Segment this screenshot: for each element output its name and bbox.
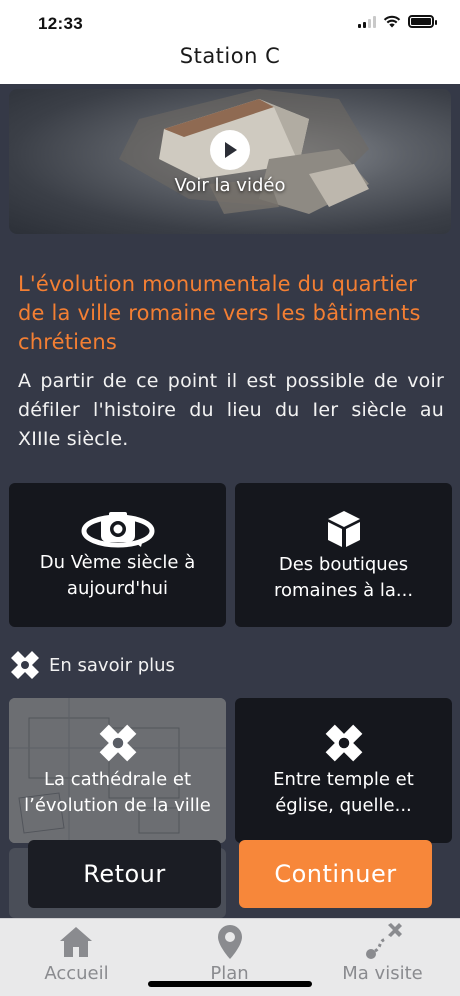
tile-label: Entre temple et église, quelle... — [273, 769, 414, 816]
map-pin-icon — [218, 925, 242, 959]
section-intro: A partir de ce point il est possible de … — [18, 370, 444, 450]
compass-cross-icon — [11, 651, 39, 679]
home-indicator — [148, 981, 312, 987]
learn-more-label: En savoir plus — [49, 654, 175, 676]
page-title: Station C — [179, 44, 281, 68]
tile-label: Du Vème siècle à aujourd'hui — [39, 552, 196, 599]
continue-button[interactable]: Continuer — [239, 840, 432, 908]
learn-more-header: En savoir plus — [9, 649, 175, 681]
route-icon — [366, 923, 402, 959]
compass-cross-icon — [325, 724, 362, 762]
status-icons — [358, 15, 437, 28]
tab-label: Ma visite — [342, 963, 423, 984]
cube-icon — [327, 511, 360, 547]
compass-cross-icon — [99, 724, 136, 762]
battery-icon — [408, 15, 437, 28]
play-icon — [225, 142, 237, 158]
tile-vth-century[interactable]: Du Vème siècle à aujourd'hui — [9, 483, 226, 627]
play-button[interactable] — [210, 130, 250, 170]
tile-temple-church[interactable]: Entre temple et église, quelle... — [235, 698, 452, 843]
tab-label: Accueil — [44, 963, 109, 984]
signal-icon — [358, 15, 376, 28]
tab-home[interactable]: Accueil — [0, 919, 153, 996]
wifi-icon — [383, 15, 401, 28]
tab-my-visit[interactable]: Ma visite — [306, 919, 459, 996]
tile-label: La cathédrale et l’évolution de la ville — [24, 769, 211, 816]
camera-360-icon — [81, 512, 154, 548]
video-label: Voir la vidéo — [174, 175, 286, 196]
back-button[interactable]: Retour — [28, 840, 221, 908]
tile-roman-shops[interactable]: Des boutiques romaines à la... — [235, 483, 452, 627]
status-time: 12:33 — [38, 14, 83, 33]
video-card[interactable]: Voir la vidéo — [9, 89, 451, 234]
home-icon — [60, 927, 92, 957]
top-bar: 12:33 Station C — [0, 0, 460, 84]
tile-cathedral[interactable]: La cathédrale et l’évolution de la ville — [9, 698, 226, 843]
tile-label: Des boutiques romaines à la... — [273, 554, 414, 601]
section-headline: L'évolution monumentale du quartier de l… — [18, 272, 421, 354]
